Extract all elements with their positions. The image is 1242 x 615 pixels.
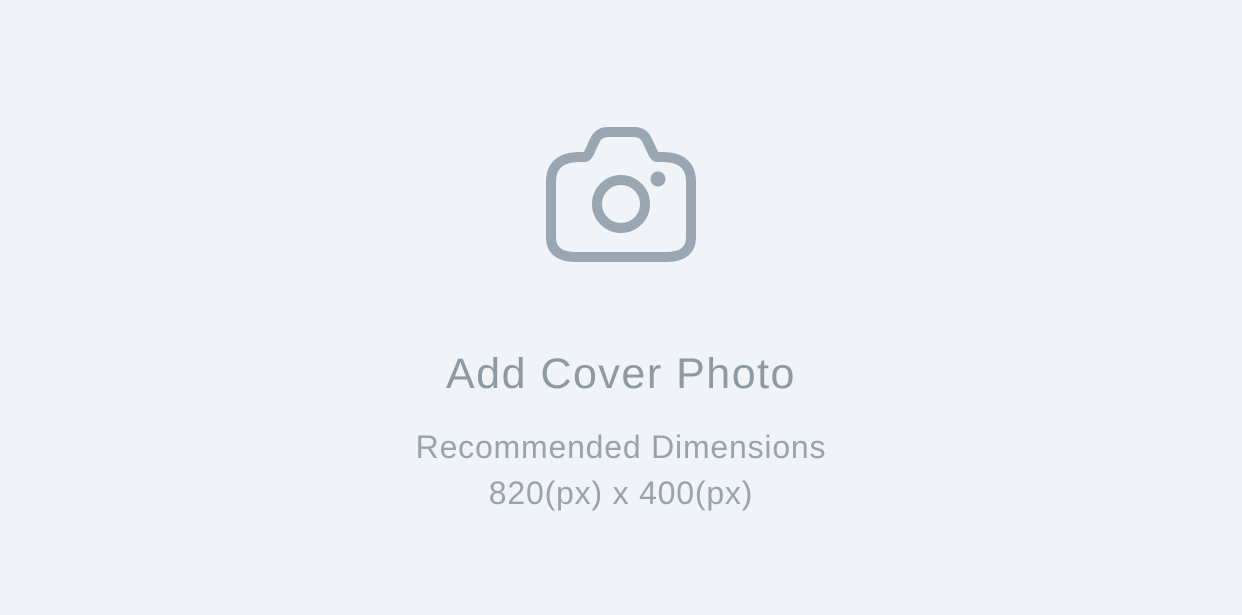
recommended-dimensions-label: Recommended Dimensions [415, 429, 827, 465]
dimensions-value: 820(px) x 400(px) [488, 475, 754, 511]
cover-photo-upload-area[interactable]: Add Cover Photo Recommended Dimensions 8… [0, 0, 1242, 615]
camera-icon [546, 127, 696, 262]
add-cover-photo-title: Add Cover Photo [446, 350, 796, 398]
